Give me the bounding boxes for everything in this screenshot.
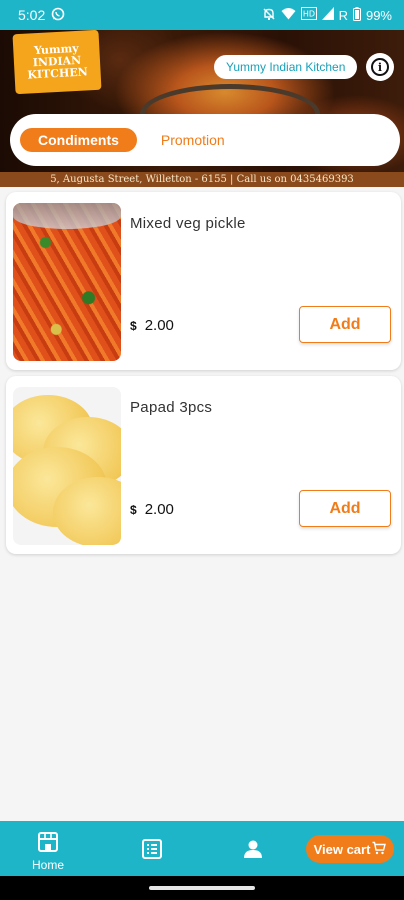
papad-image	[13, 387, 121, 545]
menu-list-icon	[142, 839, 162, 864]
restaurant-logo: Yummy INDIAN KITCHEN	[12, 30, 102, 95]
product-name: Papad 3pcs	[130, 399, 213, 416]
address-strip: 5, Augusta Street, Willetton - 6155 | Ca…	[0, 172, 404, 187]
currency-symbol: $	[130, 319, 137, 333]
bowl-rim	[13, 203, 121, 229]
view-cart-label: View cart	[313, 841, 371, 857]
notifications-off-icon	[262, 7, 276, 24]
battery-icon	[352, 6, 361, 24]
product-price: $ 2.00	[130, 501, 174, 518]
shopping-cart-icon	[372, 841, 387, 858]
bottom-nav: Home View cart	[0, 821, 404, 876]
category-tabs: Condiments Promotion	[10, 114, 400, 166]
nav-home[interactable]: Home	[32, 832, 64, 872]
battery-percent: 99%	[365, 7, 392, 23]
status-time: 5:02	[18, 7, 46, 23]
hd-icon: HD	[300, 7, 317, 23]
product-card[interactable]: Mixed veg pickle $ 2.00 Add	[6, 192, 401, 370]
view-cart-button[interactable]: View cart	[306, 835, 394, 863]
wifi-icon	[281, 7, 296, 23]
nav-menu[interactable]	[142, 839, 162, 864]
status-bar: 5:02 HD R 99%	[0, 0, 404, 30]
logo-line-3: KITCHEN	[27, 65, 89, 82]
system-gesture-area	[0, 876, 404, 900]
info-button[interactable]: i	[366, 53, 394, 81]
signal-icon	[321, 7, 334, 23]
tab-condiments[interactable]: Condiments	[20, 128, 137, 152]
add-button[interactable]: Add	[299, 306, 391, 343]
info-icon: i	[371, 58, 389, 76]
whatsapp-icon	[51, 7, 65, 24]
restaurant-banner: Yummy INDIAN KITCHEN Yummy Indian Kitche…	[0, 30, 404, 187]
product-name: Mixed veg pickle	[130, 215, 246, 232]
svg-text:HD: HD	[302, 10, 314, 19]
person-icon	[243, 839, 263, 864]
home-gesture-bar[interactable]	[149, 886, 255, 890]
nav-profile[interactable]	[243, 839, 263, 864]
tab-promotion[interactable]: Promotion	[143, 128, 243, 152]
product-card[interactable]: Papad 3pcs $ 2.00 Add	[6, 376, 401, 554]
mixed-veg-pickle-image	[13, 203, 121, 361]
store-icon	[37, 832, 59, 857]
kitchen-name-badge[interactable]: Yummy Indian Kitchen	[214, 55, 358, 79]
network-type-label: R	[338, 7, 348, 23]
currency-symbol: $	[130, 503, 137, 517]
price-amount: 2.00	[144, 501, 174, 518]
add-button[interactable]: Add	[299, 490, 391, 527]
nav-home-label: Home	[32, 858, 65, 872]
price-amount: 2.00	[144, 317, 174, 334]
product-price: $ 2.00	[130, 317, 174, 334]
